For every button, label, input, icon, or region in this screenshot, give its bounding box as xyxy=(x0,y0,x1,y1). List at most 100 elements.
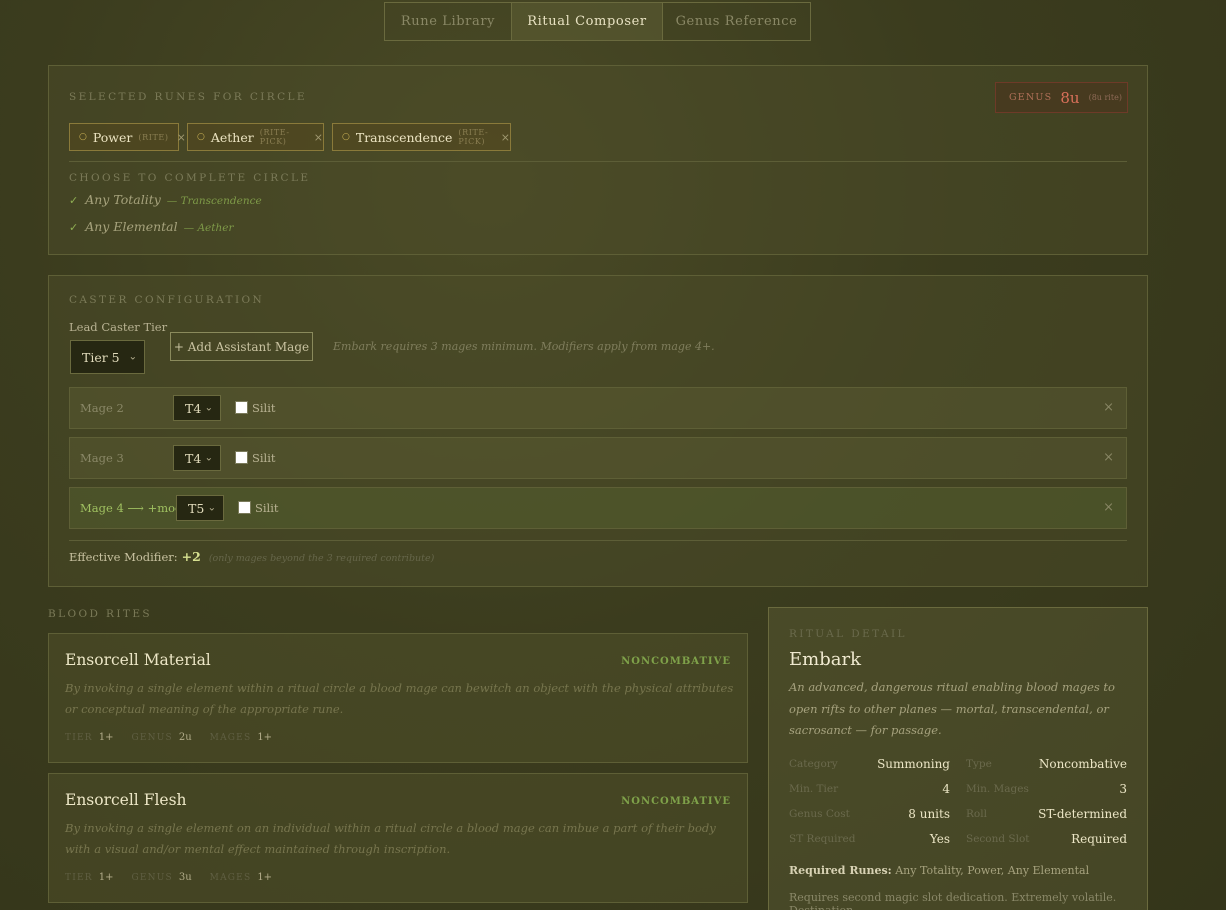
detail-value: Summoning xyxy=(877,757,950,771)
remove-mage-icon[interactable]: × xyxy=(1103,450,1114,465)
stat-key: MAGES xyxy=(209,733,252,743)
mage-tier-select[interactable]: T4 ⌄ xyxy=(173,395,221,421)
tab-ritual-composer[interactable]: Ritual Composer xyxy=(511,3,662,40)
choose-heading: CHOOSE TO COMPLETE CIRCLE xyxy=(69,172,311,184)
rune-chip-name: Transcendence xyxy=(355,129,453,145)
lead-tier-label: Lead Caster Tier xyxy=(69,320,168,334)
detail-value: Yes xyxy=(929,832,950,846)
genus-label: GENUS xyxy=(1009,92,1053,103)
rune-chip-transcendence[interactable]: ○ Transcendence (RITE-PICK) × xyxy=(332,123,511,151)
choice-match: — Aether xyxy=(183,222,234,234)
lead-tier-value: Tier 5 xyxy=(82,349,120,365)
caster-config-heading: CASTER CONFIGURATION xyxy=(69,294,265,306)
detail-key: Category xyxy=(789,758,838,770)
detail-value: 8 units xyxy=(908,807,950,821)
blood-rites-heading: BLOOD RITES xyxy=(48,608,152,620)
detail-key: ST Required xyxy=(789,833,856,845)
choice-match: — Transcendence xyxy=(166,195,262,207)
chevron-down-icon: ⌄ xyxy=(204,402,213,414)
remove-mage-icon[interactable]: × xyxy=(1103,400,1114,415)
remove-chip-icon[interactable]: × xyxy=(501,131,510,144)
rune-chip-aether[interactable]: ○ Aether (RITE-PICK) × xyxy=(187,123,324,151)
ritual-note: Requires second magic slot dedication. E… xyxy=(789,891,1117,910)
effective-modifier-note: (only mages beyond the 3 required contri… xyxy=(208,553,435,564)
detail-value: ST-determined xyxy=(1038,807,1127,821)
selected-runes-panel: SELECTED RUNES FOR CIRCLE GENUS 8u (8u r… xyxy=(48,65,1148,255)
rite-title: Ensorcell Flesh xyxy=(65,791,187,809)
stat-value: 1+ xyxy=(98,872,114,883)
mage-row-modifier: Mage 4 ⟶ +mod T5 ⌄ Silit × xyxy=(69,487,1127,529)
stat-key: MAGES xyxy=(209,873,252,883)
mage-label: Mage 4 ⟶ +mod xyxy=(80,501,183,515)
tab-rune-library[interactable]: Rune Library xyxy=(385,3,511,40)
stat-value: 1+ xyxy=(257,732,273,743)
silit-checkbox[interactable] xyxy=(235,451,248,464)
rite-card[interactable]: Ensorcell Material NONCOMBATIVE By invok… xyxy=(48,633,748,763)
detail-value: 4 xyxy=(942,782,950,796)
remove-mage-icon[interactable]: × xyxy=(1103,500,1114,515)
genus-value: 8u xyxy=(1060,88,1080,107)
silit-checkbox[interactable] xyxy=(238,501,251,514)
stat-value: 1+ xyxy=(98,732,114,743)
chevron-down-icon: ⌄ xyxy=(204,452,213,464)
chevron-down-icon: ⌄ xyxy=(128,351,137,363)
tab-genus-reference[interactable]: Genus Reference xyxy=(662,3,810,40)
effective-modifier-value: +2 xyxy=(181,549,201,564)
remove-chip-icon[interactable]: × xyxy=(314,131,323,144)
choice-condition: Any Totality xyxy=(85,192,161,207)
lead-tier-select[interactable]: Tier 5 ⌄ xyxy=(70,340,145,374)
rite-description: By invoking a single element within a ri… xyxy=(65,681,734,716)
choice-totality: ✓ Any Totality — Transcendence xyxy=(69,192,262,207)
rune-chip-kind: (RITE-PICK) xyxy=(458,128,489,146)
ritual-description: An advanced, dangerous ritual enabling b… xyxy=(789,680,1115,737)
rite-stats: TIER 1+ GENUS 2u MAGES 1+ xyxy=(65,732,290,743)
detail-key: Min. Mages xyxy=(966,783,1029,795)
rite-category: NONCOMBATIVE xyxy=(621,796,731,807)
silit-label: Silit xyxy=(255,501,279,515)
add-assistant-button[interactable]: + Add Assistant Mage xyxy=(170,332,313,361)
caster-hint: Embark requires 3 mages minimum. Modifie… xyxy=(333,340,715,353)
mage-tier-select[interactable]: T4 ⌄ xyxy=(173,445,221,471)
rite-card[interactable]: Ensorcell Flesh NONCOMBATIVE By invoking… xyxy=(48,773,748,903)
mage-tier-select[interactable]: T5 ⌄ xyxy=(176,495,224,521)
remove-chip-icon[interactable]: × xyxy=(177,131,186,144)
detail-value: 3 xyxy=(1119,782,1127,796)
rite-description: By invoking a single element on an indiv… xyxy=(65,821,716,856)
rune-chip-name: Aether xyxy=(210,129,254,145)
ritual-title: Embark xyxy=(789,649,861,670)
mage-row: Mage 2 T4 ⌄ Silit × xyxy=(69,387,1127,429)
rune-chip-power[interactable]: ○ Power (RITE) × xyxy=(69,123,186,151)
stat-value: 3u xyxy=(178,872,192,883)
mage-label: Mage 3 xyxy=(80,451,124,465)
stat-value: 2u xyxy=(178,732,192,743)
detail-value: Noncombative xyxy=(1038,757,1127,771)
mage-tier-value: T4 xyxy=(185,450,202,466)
check-icon: ✓ xyxy=(69,194,79,207)
detail-value: Required xyxy=(1071,832,1127,846)
detail-key: Type xyxy=(966,758,992,770)
mage-tier-value: T4 xyxy=(185,400,202,416)
top-tabs: Rune Library Ritual Composer Genus Refer… xyxy=(384,2,811,41)
stat-key: TIER xyxy=(65,733,93,743)
caster-config-panel: CASTER CONFIGURATION Lead Caster Tier Ti… xyxy=(48,275,1148,587)
choice-elemental: ✓ Any Elemental — Aether xyxy=(69,219,234,234)
silit-label: Silit xyxy=(252,451,276,465)
required-runes-value: Any Totality, Power, Any Elemental xyxy=(895,864,1090,877)
silit-checkbox[interactable] xyxy=(235,401,248,414)
check-icon: ✓ xyxy=(69,221,79,234)
genus-summary: GENUS 8u (8u rite) xyxy=(995,82,1128,113)
silit-label: Silit xyxy=(252,401,276,415)
effective-modifier-label: Effective Modifier: xyxy=(69,550,178,564)
effective-modifier: Effective Modifier: +2 (only mages beyon… xyxy=(69,549,434,564)
genus-note: (8u rite) xyxy=(1088,93,1122,102)
rune-chip-kind: (RITE-PICK) xyxy=(259,128,290,146)
rune-dot-icon: ○ xyxy=(79,132,87,142)
required-runes-label: Required Runes: xyxy=(789,864,892,877)
rune-chip-name: Power xyxy=(92,129,133,145)
stat-key: GENUS xyxy=(131,873,173,883)
rite-stats: TIER 1+ GENUS 3u MAGES 1+ xyxy=(65,872,290,883)
required-runes: Required Runes: Any Totality, Power, Any… xyxy=(789,864,1089,877)
detail-key: Second Slot xyxy=(966,833,1030,845)
divider xyxy=(69,540,1127,541)
stat-key: GENUS xyxy=(131,733,173,743)
